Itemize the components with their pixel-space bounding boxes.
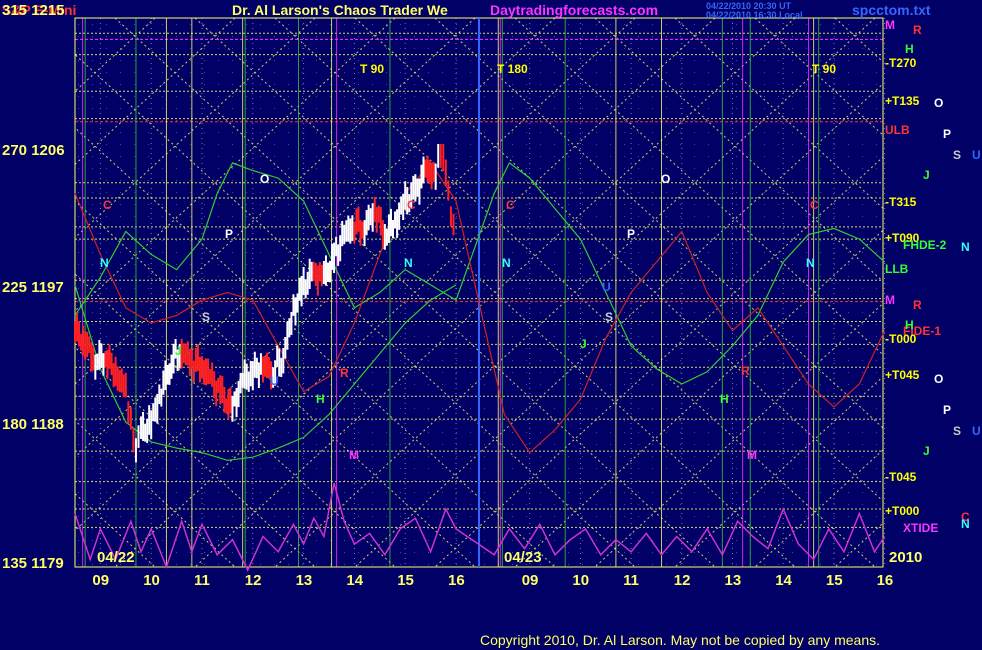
x-axis-label: 16: [876, 572, 894, 589]
x-axis-label: 16: [448, 572, 465, 589]
y-axis-label: 270 1206: [2, 142, 65, 159]
y-axis-label: 315 1215: [2, 2, 65, 19]
planet-label-in-chart: O: [661, 172, 671, 186]
planet-label: U: [972, 148, 981, 162]
planet-label-in-chart: C: [103, 198, 112, 212]
planet-label-in-chart: M: [747, 448, 757, 462]
planet-label-in-chart: O: [260, 172, 270, 186]
planet-label-in-chart: C: [810, 198, 819, 212]
x-axis-label: 11: [194, 572, 210, 589]
data-file-name: spcctom.txt: [852, 2, 931, 18]
planet-label: U: [972, 424, 981, 438]
planet-label: R: [913, 298, 922, 312]
planet-label: R: [913, 23, 922, 37]
planet-label-in-chart: N: [404, 256, 413, 270]
x-axis-label: 12: [244, 572, 262, 589]
planet-label-in-chart: P: [225, 227, 234, 241]
flux-label: ULB: [885, 123, 910, 137]
planet-label-in-chart: H: [720, 392, 729, 406]
planet-label: M: [885, 293, 895, 307]
flux-label: +T000: [885, 504, 920, 518]
flux-label: XTIDE: [903, 521, 939, 535]
planet-label-in-chart: U: [602, 280, 611, 294]
x-axis-label: 11: [623, 572, 639, 589]
planet-label: J: [923, 168, 930, 182]
x-axis-label: 14: [775, 572, 792, 589]
planet-label: N: [961, 240, 970, 254]
planet-label-in-chart: N: [502, 256, 511, 270]
planet-label-in-chart: R: [340, 366, 349, 380]
x-axis-label: 09: [521, 572, 539, 589]
planet-label: H: [905, 42, 914, 56]
x-axis-label: 12: [673, 572, 691, 589]
flux-label: FHDE-2: [903, 238, 947, 252]
flux-label: -T270: [885, 56, 917, 70]
x-axis-label: 09: [92, 572, 110, 589]
planet-label-in-chart: S: [605, 310, 614, 324]
copyright-notice: Copyright 2010, Dr. Al Larson. May not b…: [480, 632, 881, 648]
planet-label-in-chart: C: [407, 198, 416, 212]
planet-label-in-chart: J: [175, 344, 182, 358]
site-link[interactable]: Daytradingforecasts.com: [490, 2, 658, 18]
x-axis-label: 13: [295, 572, 313, 589]
time-marker-label: T 180: [497, 62, 528, 76]
planet-label-in-chart: J: [580, 337, 587, 351]
planet-label-in-chart: S: [202, 310, 211, 324]
planet-label: H: [905, 318, 914, 332]
planet-label: J: [923, 444, 930, 458]
planet-label-in-chart: M: [349, 448, 359, 462]
x-axis-label: 13: [724, 572, 742, 589]
x-axis-label: 15: [825, 572, 843, 589]
y-axis-label: 135 1179: [2, 555, 64, 572]
y-axis-label: 225 1197: [2, 279, 64, 296]
time-marker-label: T 90: [360, 62, 385, 76]
date-label-day1: 04/22: [97, 549, 135, 566]
planet-label: P: [943, 127, 952, 141]
planet-label-in-chart: R: [741, 364, 750, 378]
planet-label: M: [885, 18, 895, 32]
planet-label-in-chart: N: [806, 256, 815, 270]
flux-label: -T000: [885, 332, 917, 346]
flux-label: LLB: [885, 262, 909, 276]
flux-label: +T045: [885, 368, 920, 382]
year-label: 2010: [889, 549, 923, 566]
planet-label-in-chart: U: [270, 374, 279, 388]
flux-label: +T135: [885, 94, 920, 108]
planet-label: S: [953, 424, 962, 438]
x-axis-label: 14: [346, 572, 364, 589]
flux-label: -T045: [885, 470, 917, 484]
planet-label-in-chart: P: [627, 227, 636, 241]
y-axis-label: 180 1188: [2, 416, 64, 433]
time-marker-label: T 90: [812, 62, 837, 76]
planet-label: O: [934, 96, 944, 110]
planet-label: N: [961, 517, 970, 531]
planet-label-in-chart: N: [100, 256, 109, 270]
x-axis-label: 10: [143, 572, 160, 589]
planet-label: P: [943, 403, 952, 417]
flux-label: -T315: [885, 195, 917, 209]
chart-title: Dr. Al Larson's Chaos Trader We: [232, 2, 448, 18]
planet-label: S: [953, 148, 962, 162]
timestamp-local: 04/22/2010 16:30 Local: [706, 10, 803, 20]
date-label-day2: 04/23: [504, 549, 542, 566]
planet-label: O: [934, 372, 944, 386]
x-axis-label: 15: [397, 572, 414, 589]
planet-label-in-chart: C: [506, 198, 515, 212]
x-axis-label: 10: [572, 572, 590, 589]
planet-label-in-chart: H: [316, 392, 325, 406]
chart-canvas: [0, 0, 982, 650]
